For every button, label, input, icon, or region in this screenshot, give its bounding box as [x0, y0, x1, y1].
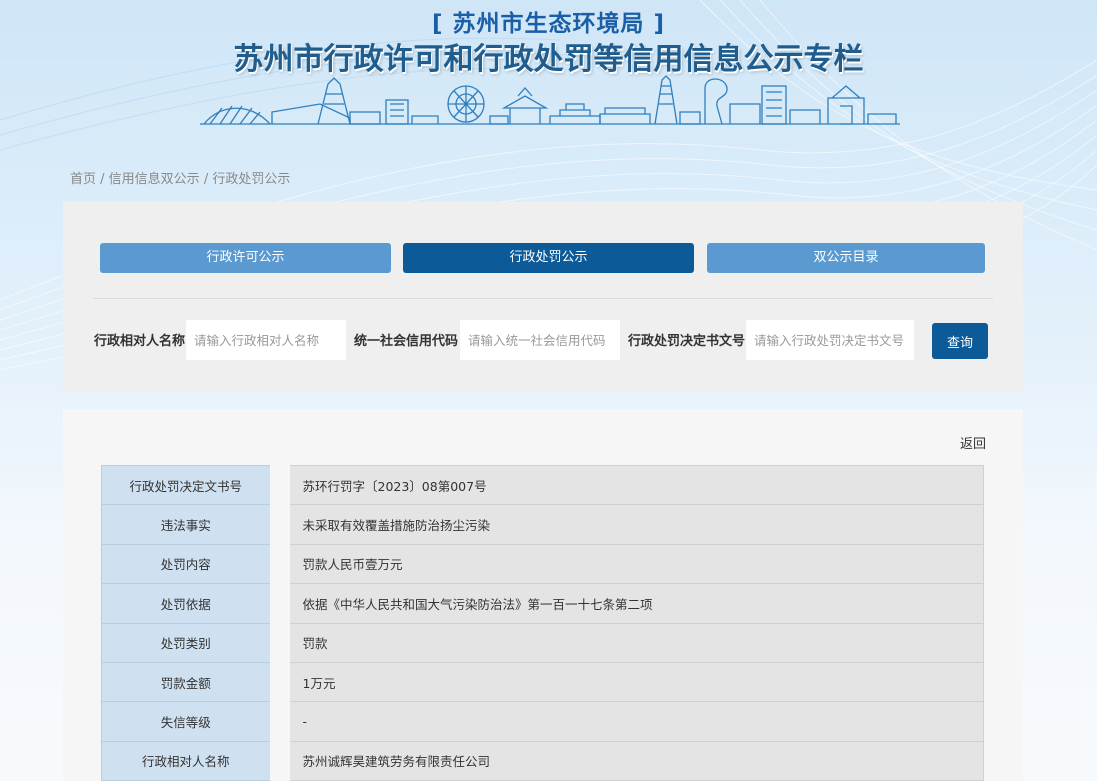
- tab-admin-penalty[interactable]: 行政处罚公示: [403, 243, 694, 273]
- table-row: 罚款金额 1万元: [101, 661, 984, 703]
- row-key: 处罚内容: [101, 543, 280, 585]
- table-row: 失信等级 -: [101, 701, 984, 742]
- row-key: 处罚类别: [101, 622, 280, 663]
- table-row: 处罚内容 罚款人民币壹万元: [101, 543, 984, 585]
- row-value: 1万元: [269, 661, 984, 703]
- row-value: -: [269, 701, 984, 742]
- party-name-input[interactable]: [186, 320, 346, 360]
- tab-catalog[interactable]: 双公示目录: [707, 243, 985, 273]
- credit-code-input[interactable]: [460, 320, 620, 360]
- row-value: 未采取有效覆盖措施防治扬尘污染: [269, 504, 984, 545]
- breadcrumb-current: 行政处罚公示: [212, 172, 291, 187]
- city-skyline-graphic: [200, 75, 900, 125]
- detail-table: 行政处罚决定文书号 苏环行罚字〔2023〕08第007号 违法事实 未采取有效覆…: [101, 464, 984, 781]
- breadcrumb-home[interactable]: 首页: [70, 172, 96, 187]
- search-button[interactable]: 查询: [932, 323, 988, 359]
- row-value: 罚款: [269, 622, 984, 663]
- table-row: 处罚依据 依据《中华人民共和国大气污染防治法》第一百一十七条第二项: [101, 583, 984, 624]
- row-value: 罚款人民币壹万元: [269, 543, 984, 585]
- row-key: 失信等级: [101, 701, 280, 742]
- row-value: 依据《中华人民共和国大气污染防治法》第一百一十七条第二项: [269, 583, 984, 624]
- back-link[interactable]: 返回: [960, 433, 986, 452]
- row-value: 苏州诚辉昊建筑劳务有限责任公司: [269, 740, 984, 781]
- table-row: 行政处罚决定文书号 苏环行罚字〔2023〕08第007号: [101, 464, 984, 506]
- row-key: 行政相对人名称: [101, 740, 280, 781]
- header-banner: [ 苏州市生态环境局 ] 苏州市行政许可和行政处罚等信用信息公示专栏: [0, 0, 1097, 140]
- row-key: 罚款金额: [101, 661, 280, 703]
- table-row: 行政相对人名称 苏州诚辉昊建筑劳务有限责任公司: [101, 740, 984, 781]
- row-value: 苏环行罚字〔2023〕08第007号: [269, 464, 984, 506]
- breadcrumb-separator: /: [199, 172, 213, 187]
- breadcrumb-separator: /: [96, 172, 109, 187]
- table-row: 违法事实 未采取有效覆盖措施防治扬尘污染: [101, 504, 984, 545]
- divider: [93, 298, 993, 299]
- label-party-name: 行政相对人名称: [94, 334, 186, 349]
- row-key: 行政处罚决定文书号: [101, 464, 280, 506]
- table-row: 处罚类别 罚款: [101, 622, 984, 663]
- search-panel: 行政许可公示 行政处罚公示 双公示目录 行政相对人名称 统一社会信用代码 行政处…: [63, 202, 1023, 392]
- label-decision-number: 行政处罚决定书文号: [628, 334, 746, 349]
- decision-number-input[interactable]: [746, 320, 914, 360]
- tab-admin-license[interactable]: 行政许可公示: [100, 243, 391, 273]
- org-name: [ 苏州市生态环境局 ]: [431, 11, 666, 37]
- page-title: 苏州市行政许可和行政处罚等信用信息公示专栏: [233, 42, 864, 77]
- row-key: 违法事实: [101, 504, 280, 545]
- row-key: 处罚依据: [101, 583, 280, 624]
- label-credit-code: 统一社会信用代码: [354, 334, 459, 349]
- breadcrumb-credit-info[interactable]: 信用信息双公示: [109, 172, 200, 187]
- detail-panel: 返回 行政处罚决定文书号 苏环行罚字〔2023〕08第007号 违法事实 未采取…: [63, 409, 1023, 781]
- breadcrumb: 首页 / 信用信息双公示 / 行政处罚公示: [70, 168, 290, 187]
